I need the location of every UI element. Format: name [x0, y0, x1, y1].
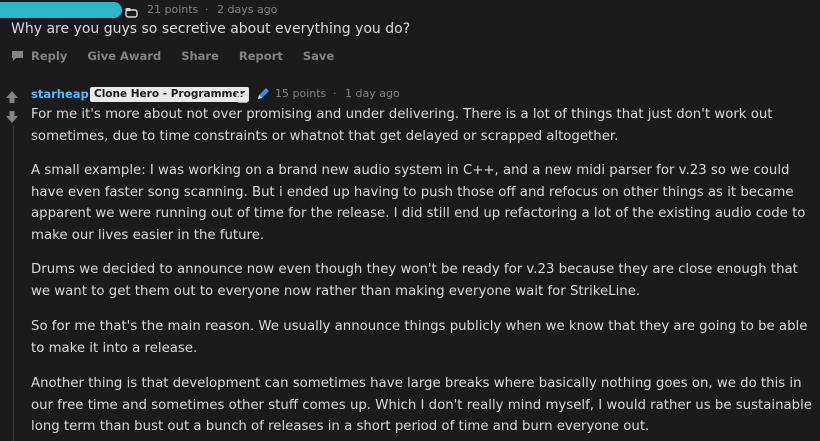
report-button[interactable]: Report	[239, 49, 283, 63]
developer-pen-icon	[255, 86, 271, 106]
parent-points: 21 points	[147, 3, 199, 16]
comment-author[interactable]: starheap	[31, 87, 89, 101]
comment-paragraph: Drums we decided to announce now even th…	[31, 262, 798, 299]
share-button[interactable]: Share	[181, 49, 219, 63]
reply-timestamp[interactable]: 1 day ago	[345, 87, 400, 100]
parent-timestamp[interactable]: 2 days ago	[217, 3, 277, 16]
comment-paragraph: So for me that's the main reason. We usu…	[31, 319, 808, 356]
reply-icon	[11, 50, 24, 62]
downvote-arrow-icon[interactable]	[5, 109, 19, 128]
reply-points: 15 points	[275, 87, 327, 100]
user-flair: Clone Hero - Programmer	[90, 87, 249, 102]
parent-comment-text: Why are you guys so secretive about ever…	[11, 21, 411, 37]
thread-line[interactable]	[13, 126, 14, 441]
meta-separator: ·	[333, 87, 337, 100]
save-button[interactable]: Save	[303, 49, 334, 63]
comment-paragraph: For me it's more about not over promisin…	[31, 107, 773, 144]
comment-paragraph: A small example: I was working on a bran…	[31, 163, 806, 243]
give-award-button[interactable]: Give Award	[87, 49, 161, 63]
comment-paragraph: Another thing is that development can so…	[31, 376, 812, 434]
reply-button[interactable]: Reply	[11, 49, 67, 63]
redacted-username	[0, 2, 122, 18]
meta-separator: ·	[205, 3, 209, 16]
upvote-arrow-icon[interactable]	[5, 89, 19, 108]
comment-action-bar: Reply Give Award Share Report Save	[11, 47, 354, 65]
reply-label: Reply	[31, 49, 68, 63]
